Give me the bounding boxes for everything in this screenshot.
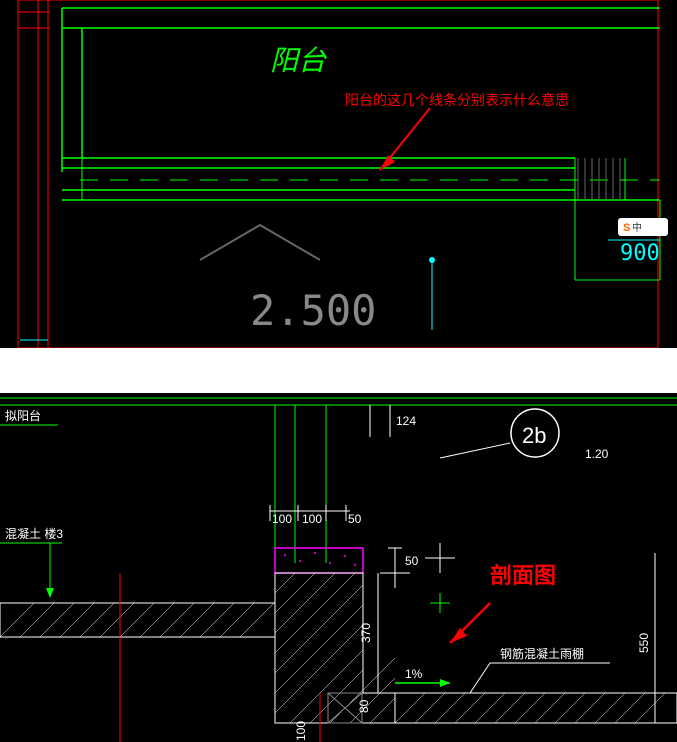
concrete-hatch-horizontal	[0, 603, 275, 637]
concrete-hatch-vertical	[275, 573, 395, 723]
balcony-label: 拟阳台	[5, 408, 41, 423]
cad-drawing-2: 拟阳台 124 2b 1.20 混凝土 楼3 100 100 50	[0, 393, 677, 742]
svg-text:S: S	[623, 222, 630, 234]
cad-viewport-1[interactable]: 900 阳台 阳台的这几个线条分别表示什么意思 2.500 S 中	[0, 0, 677, 348]
dim-370: 370	[359, 623, 373, 643]
annotation-arrow-icon	[380, 108, 430, 170]
dim-50b: 50	[405, 554, 419, 568]
dim-50: 50	[348, 512, 362, 526]
rain-shed-label: 钢筋混凝土雨棚	[500, 646, 584, 661]
slope-label: 1%	[405, 667, 423, 681]
dim-100b: 100	[302, 512, 322, 526]
dim-100a: 100	[272, 512, 292, 526]
dimension-900: 900	[620, 241, 660, 266]
triangle-icon	[200, 225, 320, 260]
dim-550: 550	[637, 633, 651, 653]
cad-drawing-1: 900 阳台 阳台的这几个线条分别表示什么意思 2.500 S 中	[0, 0, 677, 348]
dim-124: 124	[396, 414, 416, 428]
rain-shed-hatch	[395, 693, 677, 723]
dimension-horizontal: 2.500	[250, 286, 376, 335]
callout-scale: 1.20	[585, 447, 609, 461]
annotation-arrow-icon	[450, 603, 490, 643]
dim-80: 80	[357, 699, 371, 713]
annotation-text: 阳台的这几个线条分别表示什么意思	[345, 92, 569, 108]
callout-number: 2b	[522, 423, 546, 448]
cad-viewport-2[interactable]: 拟阳台 124 2b 1.20 混凝土 楼3 100 100 50	[0, 393, 677, 742]
room-label: 阳台	[270, 45, 327, 76]
svg-text:中: 中	[632, 221, 642, 234]
dim-100c: 100	[294, 721, 308, 741]
material-label: 混凝土 楼3	[5, 526, 63, 541]
section-annotation: 剖面图	[490, 563, 556, 588]
